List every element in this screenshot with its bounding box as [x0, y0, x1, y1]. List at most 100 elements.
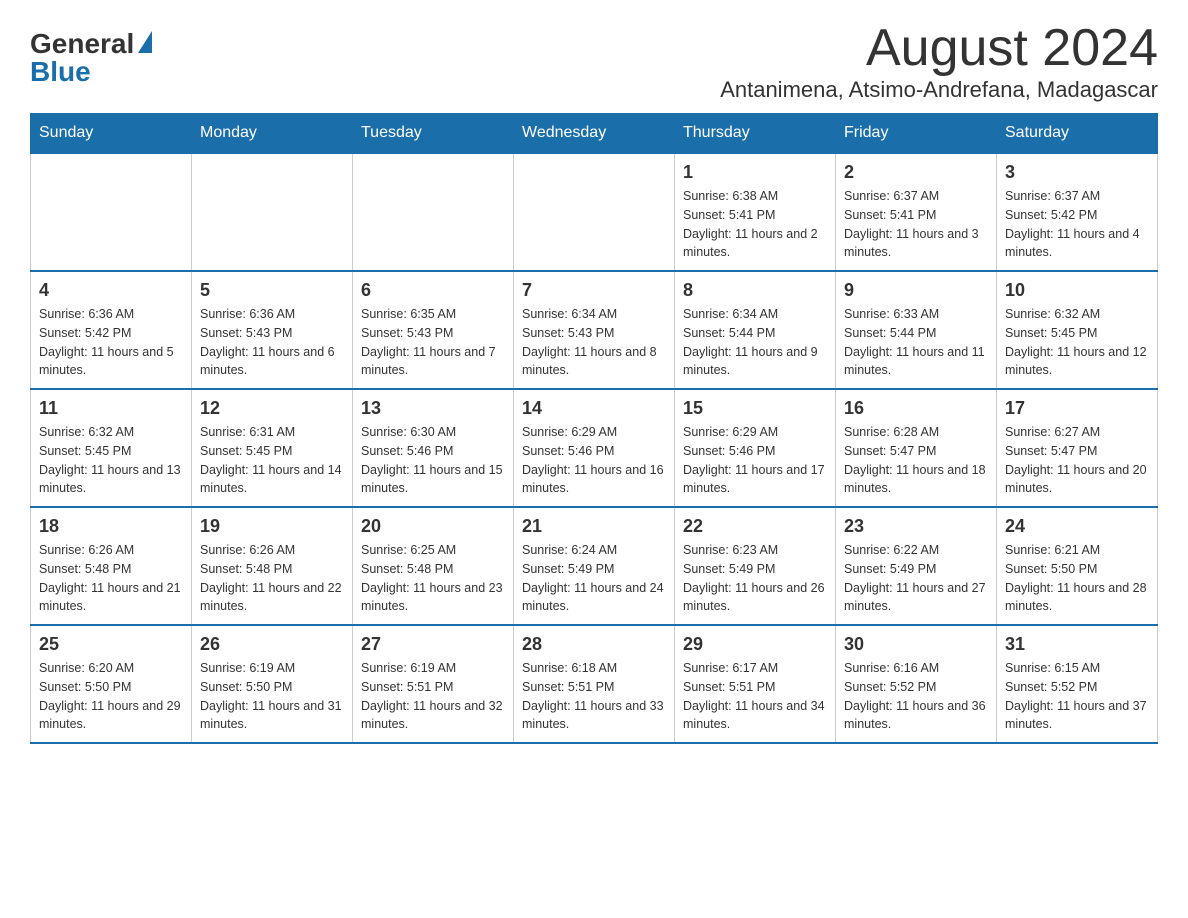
- day-info: Sunrise: 6:25 AMSunset: 5:48 PMDaylight:…: [361, 541, 505, 616]
- day-cell: 21 Sunrise: 6:24 AMSunset: 5:49 PMDayligh…: [514, 507, 675, 625]
- day-info: Sunrise: 6:34 AMSunset: 5:44 PMDaylight:…: [683, 305, 827, 380]
- day-info: Sunrise: 6:26 AMSunset: 5:48 PMDaylight:…: [200, 541, 344, 616]
- day-info: Sunrise: 6:34 AMSunset: 5:43 PMDaylight:…: [522, 305, 666, 380]
- day-info: Sunrise: 6:31 AMSunset: 5:45 PMDaylight:…: [200, 423, 344, 498]
- day-cell: 22 Sunrise: 6:23 AMSunset: 5:49 PMDayligh…: [675, 507, 836, 625]
- day-cell: 18Sunrise: 6:26 AMSunset: 5:48 PMDayligh…: [31, 507, 192, 625]
- day-number: 14: [522, 398, 666, 419]
- day-number: 25: [39, 634, 183, 655]
- day-number: 19: [200, 516, 344, 537]
- day-info: Sunrise: 6:17 AMSunset: 5:51 PMDaylight:…: [683, 659, 827, 734]
- day-number: 7: [522, 280, 666, 301]
- day-number: 10: [1005, 280, 1149, 301]
- day-cell: 19 Sunrise: 6:26 AMSunset: 5:48 PMDayligh…: [192, 507, 353, 625]
- weekday-header-friday: Friday: [836, 114, 997, 154]
- day-number: 22: [683, 516, 827, 537]
- day-number: 31: [1005, 634, 1149, 655]
- day-info: Sunrise: 6:23 AMSunset: 5:49 PMDaylight:…: [683, 541, 827, 616]
- day-cell: [353, 153, 514, 271]
- weekday-header-sunday: Sunday: [31, 114, 192, 154]
- weekday-header-monday: Monday: [192, 114, 353, 154]
- day-number: 12: [200, 398, 344, 419]
- day-number: 27: [361, 634, 505, 655]
- day-info: Sunrise: 6:37 AMSunset: 5:41 PMDaylight:…: [844, 187, 988, 262]
- day-number: 9: [844, 280, 988, 301]
- day-info: Sunrise: 6:28 AMSunset: 5:47 PMDaylight:…: [844, 423, 988, 498]
- location-title: Antanimena, Atsimo-Andrefana, Madagascar: [720, 77, 1158, 103]
- day-cell: 24Sunrise: 6:21 AMSunset: 5:50 PMDayligh…: [997, 507, 1158, 625]
- week-row-2: 4 Sunrise: 6:36 AMSunset: 5:42 PMDaylight…: [31, 271, 1158, 389]
- day-cell: 12 Sunrise: 6:31 AMSunset: 5:45 PMDayligh…: [192, 389, 353, 507]
- day-info: Sunrise: 6:15 AMSunset: 5:52 PMDaylight:…: [1005, 659, 1149, 734]
- day-info: Sunrise: 6:16 AMSunset: 5:52 PMDaylight:…: [844, 659, 988, 734]
- day-info: Sunrise: 6:24 AMSunset: 5:49 PMDaylight:…: [522, 541, 666, 616]
- day-number: 6: [361, 280, 505, 301]
- day-number: 2: [844, 162, 988, 183]
- week-row-1: 1Sunrise: 6:38 AMSunset: 5:41 PMDaylight…: [31, 153, 1158, 271]
- day-info: Sunrise: 6:35 AMSunset: 5:43 PMDaylight:…: [361, 305, 505, 380]
- day-info: Sunrise: 6:37 AMSunset: 5:42 PMDaylight:…: [1005, 187, 1149, 262]
- weekday-header-tuesday: Tuesday: [353, 114, 514, 154]
- day-cell: 16Sunrise: 6:28 AMSunset: 5:47 PMDayligh…: [836, 389, 997, 507]
- day-number: 5: [200, 280, 344, 301]
- day-number: 3: [1005, 162, 1149, 183]
- day-info: Sunrise: 6:18 AMSunset: 5:51 PMDaylight:…: [522, 659, 666, 734]
- day-cell: 4 Sunrise: 6:36 AMSunset: 5:42 PMDaylight…: [31, 271, 192, 389]
- day-cell: 27 Sunrise: 6:19 AMSunset: 5:51 PMDayligh…: [353, 625, 514, 743]
- day-cell: 25 Sunrise: 6:20 AMSunset: 5:50 PMDayligh…: [31, 625, 192, 743]
- day-number: 11: [39, 398, 183, 419]
- day-cell: 28 Sunrise: 6:18 AMSunset: 5:51 PMDayligh…: [514, 625, 675, 743]
- day-cell: 14 Sunrise: 6:29 AMSunset: 5:46 PMDayligh…: [514, 389, 675, 507]
- day-info: Sunrise: 6:36 AMSunset: 5:43 PMDaylight:…: [200, 305, 344, 380]
- day-cell: 2 Sunrise: 6:37 AMSunset: 5:41 PMDaylight…: [836, 153, 997, 271]
- day-cell: 10 Sunrise: 6:32 AMSunset: 5:45 PMDayligh…: [997, 271, 1158, 389]
- title-block: August 2024 Antanimena, Atsimo-Andrefana…: [720, 20, 1158, 103]
- day-number: 29: [683, 634, 827, 655]
- weekday-header-row: SundayMondayTuesdayWednesdayThursdayFrid…: [31, 114, 1158, 154]
- day-info: Sunrise: 6:20 AMSunset: 5:50 PMDaylight:…: [39, 659, 183, 734]
- day-number: 21: [522, 516, 666, 537]
- day-number: 20: [361, 516, 505, 537]
- day-info: Sunrise: 6:21 AMSunset: 5:50 PMDaylight:…: [1005, 541, 1149, 616]
- day-cell: [192, 153, 353, 271]
- day-info: Sunrise: 6:19 AMSunset: 5:50 PMDaylight:…: [200, 659, 344, 734]
- day-info: Sunrise: 6:29 AMSunset: 5:46 PMDaylight:…: [683, 423, 827, 498]
- day-info: Sunrise: 6:33 AMSunset: 5:44 PMDaylight:…: [844, 305, 988, 380]
- weekday-header-wednesday: Wednesday: [514, 114, 675, 154]
- logo: General Blue: [30, 30, 152, 86]
- day-cell: 17 Sunrise: 6:27 AMSunset: 5:47 PMDayligh…: [997, 389, 1158, 507]
- day-info: Sunrise: 6:29 AMSunset: 5:46 PMDaylight:…: [522, 423, 666, 498]
- day-cell: 13Sunrise: 6:30 AMSunset: 5:46 PMDayligh…: [353, 389, 514, 507]
- day-cell: 9 Sunrise: 6:33 AMSunset: 5:44 PMDaylight…: [836, 271, 997, 389]
- day-cell: 23Sunrise: 6:22 AMSunset: 5:49 PMDayligh…: [836, 507, 997, 625]
- day-info: Sunrise: 6:32 AMSunset: 5:45 PMDaylight:…: [39, 423, 183, 498]
- day-info: Sunrise: 6:36 AMSunset: 5:42 PMDaylight:…: [39, 305, 183, 380]
- day-cell: 7 Sunrise: 6:34 AMSunset: 5:43 PMDaylight…: [514, 271, 675, 389]
- month-title: August 2024: [720, 20, 1158, 77]
- week-row-4: 18Sunrise: 6:26 AMSunset: 5:48 PMDayligh…: [31, 507, 1158, 625]
- day-info: Sunrise: 6:26 AMSunset: 5:48 PMDaylight:…: [39, 541, 183, 616]
- day-info: Sunrise: 6:38 AMSunset: 5:41 PMDaylight:…: [683, 187, 827, 262]
- day-cell: 31 Sunrise: 6:15 AMSunset: 5:52 PMDayligh…: [997, 625, 1158, 743]
- day-number: 4: [39, 280, 183, 301]
- day-info: Sunrise: 6:19 AMSunset: 5:51 PMDaylight:…: [361, 659, 505, 734]
- day-cell: 20 Sunrise: 6:25 AMSunset: 5:48 PMDayligh…: [353, 507, 514, 625]
- day-cell: 6 Sunrise: 6:35 AMSunset: 5:43 PMDaylight…: [353, 271, 514, 389]
- day-cell: 3 Sunrise: 6:37 AMSunset: 5:42 PMDaylight…: [997, 153, 1158, 271]
- day-cell: 1Sunrise: 6:38 AMSunset: 5:41 PMDaylight…: [675, 153, 836, 271]
- logo-general-text: General: [30, 30, 134, 58]
- day-cell: 5 Sunrise: 6:36 AMSunset: 5:43 PMDaylight…: [192, 271, 353, 389]
- day-number: 28: [522, 634, 666, 655]
- day-info: Sunrise: 6:27 AMSunset: 5:47 PMDaylight:…: [1005, 423, 1149, 498]
- day-cell: 30 Sunrise: 6:16 AMSunset: 5:52 PMDayligh…: [836, 625, 997, 743]
- day-cell: 15Sunrise: 6:29 AMSunset: 5:46 PMDayligh…: [675, 389, 836, 507]
- day-info: Sunrise: 6:32 AMSunset: 5:45 PMDaylight:…: [1005, 305, 1149, 380]
- day-number: 23: [844, 516, 988, 537]
- day-info: Sunrise: 6:30 AMSunset: 5:46 PMDaylight:…: [361, 423, 505, 498]
- day-number: 17: [1005, 398, 1149, 419]
- day-number: 30: [844, 634, 988, 655]
- page-header: General Blue August 2024 Antanimena, Ats…: [30, 20, 1158, 103]
- day-cell: 8Sunrise: 6:34 AMSunset: 5:44 PMDaylight…: [675, 271, 836, 389]
- day-cell: 11 Sunrise: 6:32 AMSunset: 5:45 PMDayligh…: [31, 389, 192, 507]
- logo-blue-text: Blue: [30, 58, 91, 86]
